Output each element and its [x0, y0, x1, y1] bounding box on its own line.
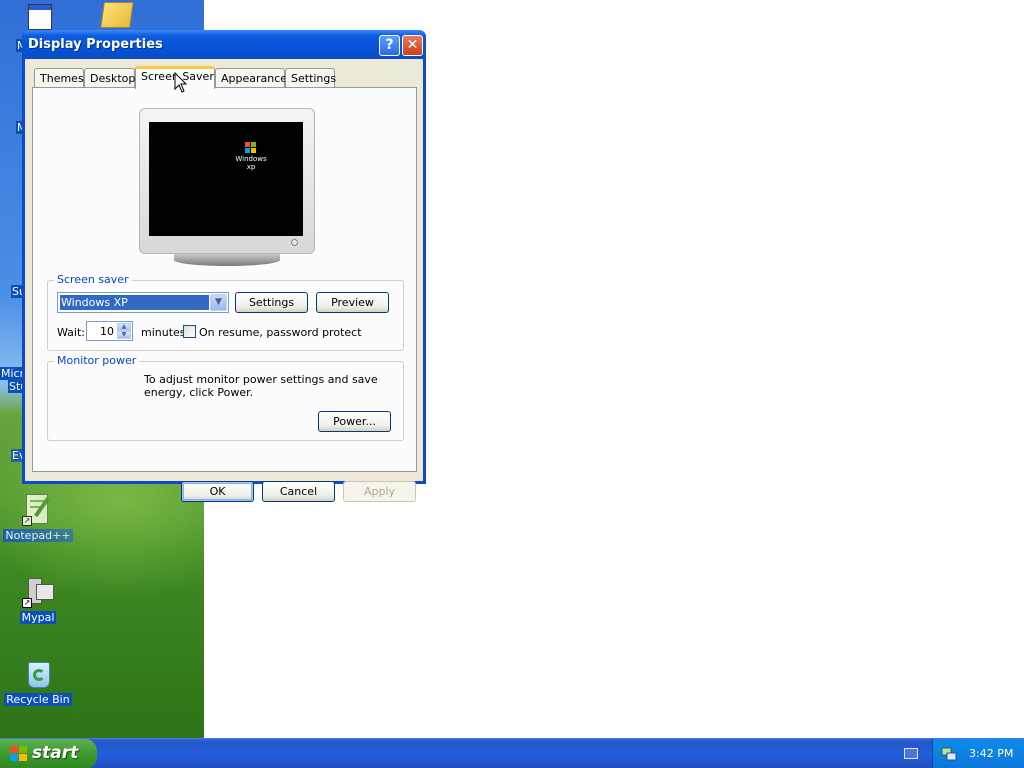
screen-saver-group-title: Screen saver [54, 273, 132, 286]
screen-saver-selected-value: Windows XP [60, 295, 209, 310]
preview-logo-text: Windows xp [235, 155, 267, 171]
tab-appearance[interactable]: Appearance [215, 68, 288, 88]
tab-desktop[interactable]: Desktop [84, 68, 135, 88]
minutes-label: minutes [141, 326, 186, 339]
desktop-icon-partial-2[interactable] [100, 2, 134, 28]
window-body: Themes Desktop Screen Saver Appearance S… [25, 59, 423, 502]
monitor-power-group-title: Monitor power [54, 354, 140, 367]
spin-up-icon[interactable]: ▲ [117, 323, 131, 331]
ok-button[interactable]: OK [181, 481, 254, 502]
desktop-icon-mypal[interactable]: ↗ Mypal [2, 576, 74, 624]
apply-button: Apply [343, 481, 416, 502]
window-title: Display Properties [28, 37, 163, 52]
shortcut-arrow-icon: ↗ [22, 598, 32, 608]
password-protect-label[interactable]: On resume, password protect [199, 326, 362, 339]
chevron-down-icon[interactable]: ▼ [210, 294, 227, 311]
desktop-icon-partial-1[interactable] [28, 4, 52, 30]
password-protect-checkbox[interactable] [183, 325, 196, 338]
windows-flag-icon [245, 142, 257, 153]
preview-screen: Windows xp [149, 122, 303, 236]
monitor-power-group: Monitor power To adjust monitor power se… [47, 354, 404, 441]
tab-label: Desktop [90, 72, 136, 85]
monitor-preview: Windows xp [139, 108, 315, 254]
desktop-icon-label: Notepad++ [3, 529, 73, 542]
desktop-icon-label: Mypal [19, 611, 57, 624]
windows-flag-icon [10, 746, 27, 762]
power-button[interactable]: Power... [318, 411, 391, 432]
wait-minutes-spinner[interactable]: 10 ▲ ▼ [86, 321, 133, 341]
close-icon: ✕ [406, 37, 419, 53]
wait-label: Wait: [57, 326, 85, 339]
tab-settings[interactable]: Settings [285, 68, 337, 88]
tab-label: Appearance [221, 72, 288, 85]
desktop-icon-label: Recycle Bin [4, 693, 72, 706]
screen-saver-settings-button[interactable]: Settings [235, 292, 308, 313]
help-button[interactable]: ? [379, 35, 400, 56]
network-icon[interactable] [941, 747, 957, 761]
title-bar[interactable]: Display Properties ? ✕ [22, 30, 426, 59]
mypal-icon: ↗ [22, 576, 54, 608]
close-button[interactable]: ✕ [402, 35, 423, 56]
tab-themes[interactable]: Themes [34, 68, 84, 88]
mouse-cursor-icon [174, 72, 188, 93]
keyboard-icon[interactable] [904, 748, 918, 759]
screen-saver-panel: Windows xp Screen saver Windows XP ▼ Set… [32, 87, 417, 472]
shortcut-arrow-icon: ↗ [22, 516, 32, 526]
cancel-button[interactable]: Cancel [262, 481, 335, 502]
screen-saver-group: Screen saver Windows XP ▼ Settings Previ… [47, 273, 404, 351]
notepadpp-icon: ↗ [22, 494, 54, 526]
display-properties-window: Display Properties ? ✕ Themes Desktop Sc… [22, 30, 426, 502]
monitor-power-led-icon [291, 239, 298, 246]
screen-saver-select[interactable]: Windows XP ▼ [57, 292, 229, 313]
wait-minutes-value: 10 [100, 325, 114, 338]
monitor-stand [174, 254, 280, 266]
system-tray: 3:42 PM [932, 739, 1024, 768]
screen-saver-preview-button[interactable]: Preview [316, 292, 389, 313]
tab-label: Settings [291, 72, 337, 85]
spin-down-icon[interactable]: ▼ [117, 331, 131, 339]
windows-xp-logo: Windows xp [231, 142, 271, 171]
desktop-icon-recycle-bin[interactable]: Recycle Bin [2, 658, 74, 706]
desktop-icon-notepadpp[interactable]: ↗ Notepad++ [2, 494, 74, 542]
clock[interactable]: 3:42 PM [969, 747, 1013, 760]
start-button[interactable]: start [0, 739, 97, 768]
recycle-bin-icon [22, 658, 54, 690]
help-icon: ? [385, 37, 394, 53]
taskbar: start 3:42 PM [0, 738, 1024, 768]
start-label: start [32, 743, 79, 763]
tab-label: Themes [40, 72, 84, 85]
monitor-power-description: To adjust monitor power settings and sav… [144, 373, 378, 399]
